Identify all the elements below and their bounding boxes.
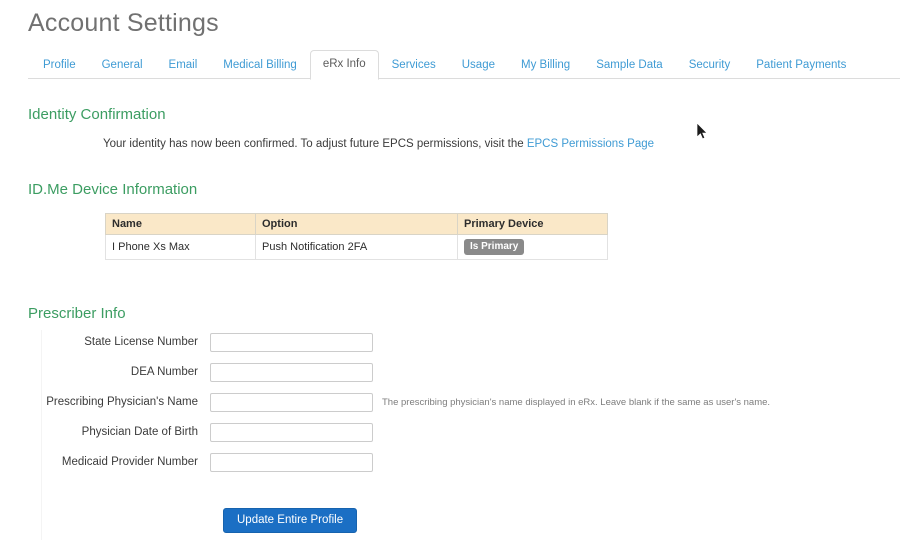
column-header-primary-device: Primary Device [457,213,608,235]
form-row: Prescribing Physician's Name The prescrib… [28,390,788,414]
page-title: Account Settings [28,9,219,37]
tab-sample-data[interactable]: Sample Data [583,51,675,80]
device-table-head: Name Option Primary Device [105,213,608,235]
table-row: I Phone Xs Max Push Notification 2FA Is Pr… [105,234,608,260]
tab-profile[interactable]: Profile [30,51,89,80]
device-table-body: I Phone Xs Max Push Notification 2FA Is Pr… [105,234,608,260]
tab-patient-payments[interactable]: Patient Payments [743,51,859,80]
device-table-header-row: Name Option Primary Device [105,213,608,235]
label-physician-date-of-birth: Physician Date of Birth [81,426,198,438]
cell-device-option: Push Notification 2FA [255,234,458,260]
tab-list: Profile General Email Medical Billing eRx In… [28,50,900,80]
tab-my-billing[interactable]: My Billing [508,51,583,80]
form-row: State License Number [28,330,788,354]
form-row: Physician Date of Birth [28,420,788,444]
column-header-option: Option [255,213,458,235]
status-badge: Is Primary [464,239,525,255]
help-text-prescribing-physician-s-name: The prescribing physician's name display… [382,396,771,408]
tab-services[interactable]: Services [379,51,449,80]
tab-general[interactable]: General [89,51,156,80]
identity-confirmation-heading: Identity Confirmation [28,106,166,123]
device-table: Name Option Primary Device I Phone Xs Ma… [105,213,608,260]
form-row: Medicaid Provider Number [28,450,788,474]
cell-device-name: I Phone Xs Max [105,234,256,260]
cell-primary-device: Is Primary [457,234,608,260]
column-header-name: Name [105,213,256,235]
input-prescribing-physician-s-name[interactable] [210,392,373,412]
tab-bar: Profile General Email Medical Billing eRx In… [28,50,900,80]
input-dea-number[interactable] [210,362,373,382]
tab-security[interactable]: Security [676,51,744,80]
input-state-license-number[interactable] [210,332,373,352]
input-physician-date-of-birth[interactable] [210,422,373,442]
label-medicaid-provider-number: Medicaid Provider Number [61,456,198,468]
prescriber-info-heading: Prescriber Info [28,305,126,322]
label-prescribing-physician-s-name: Prescribing Physician's Name [46,396,198,408]
mouse-cursor [696,122,709,141]
identity-text-body: Your identity has now been confirmed. To… [103,138,527,150]
label-state-license-number: State License Number [84,336,198,348]
identity-confirmation-text: Your identity has now been confirmed. To… [103,138,654,150]
tab-email[interactable]: Email [156,51,211,80]
tab-erx-info[interactable]: eRx Info [309,50,379,80]
epcs-permissions-link[interactable]: EPCS Permissions Page [527,138,654,150]
prescriber-form: State License Number DEA Number Prescribin… [28,330,788,480]
device-information-heading: ID.Me Device Information [28,181,198,198]
form-row: DEA Number [28,360,788,384]
tab-medical-billing[interactable]: Medical Billing [210,51,310,80]
tab-usage[interactable]: Usage [449,51,508,80]
input-medicaid-provider-number[interactable] [210,452,373,472]
update-entire-profile-button[interactable]: Update Entire Profile [223,508,358,533]
label-dea-number: DEA Number [130,366,198,378]
